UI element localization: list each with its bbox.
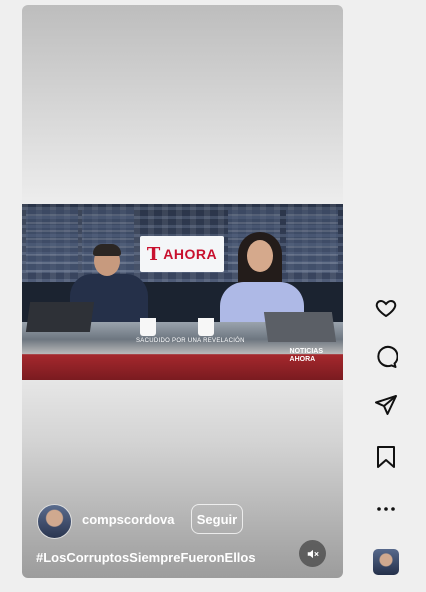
video-frame[interactable]: T AHORA SACUDIDO POR UNA REVELACIÓN NOTI… bbox=[22, 204, 343, 380]
broadcast-logo: T AHORA bbox=[140, 236, 224, 272]
share-button[interactable] bbox=[369, 388, 403, 422]
laptop-right bbox=[263, 312, 337, 342]
corner-logo-line1: NOTICIAS bbox=[289, 348, 323, 355]
like-button[interactable] bbox=[369, 291, 403, 325]
lower-third-text: SACUDIDO POR UNA REVELACIÓN bbox=[136, 338, 245, 344]
post-caption[interactable]: #LosCorruptosSiempreFueronEllos bbox=[36, 550, 256, 565]
heart-icon bbox=[375, 299, 397, 318]
more-icon bbox=[377, 507, 395, 511]
comment-button[interactable] bbox=[369, 340, 403, 374]
bookmark-icon bbox=[377, 446, 395, 468]
audio-avatar[interactable] bbox=[373, 549, 399, 575]
comment-icon bbox=[377, 345, 398, 368]
mute-button[interactable] bbox=[299, 540, 326, 567]
more-options-button[interactable] bbox=[369, 492, 403, 526]
logo-t: T bbox=[146, 243, 161, 265]
muted-speaker-icon bbox=[307, 549, 319, 558]
author-avatar[interactable] bbox=[37, 504, 72, 539]
follow-button[interactable]: Seguir bbox=[191, 504, 243, 534]
corner-logo-line2: AHORA bbox=[289, 356, 316, 363]
mug-right bbox=[198, 318, 214, 336]
reel-container[interactable]: T AHORA SACUDIDO POR UNA REVELACIÓN NOTI… bbox=[22, 5, 343, 578]
author-username[interactable]: compscordova bbox=[82, 512, 174, 527]
logo-text: AHORA bbox=[163, 246, 218, 262]
mug-left bbox=[140, 318, 156, 336]
corner-logo: NOTICIAS AHORA bbox=[290, 348, 323, 364]
save-button[interactable] bbox=[369, 440, 403, 474]
laptop-left bbox=[25, 302, 95, 332]
share-icon bbox=[375, 395, 397, 415]
